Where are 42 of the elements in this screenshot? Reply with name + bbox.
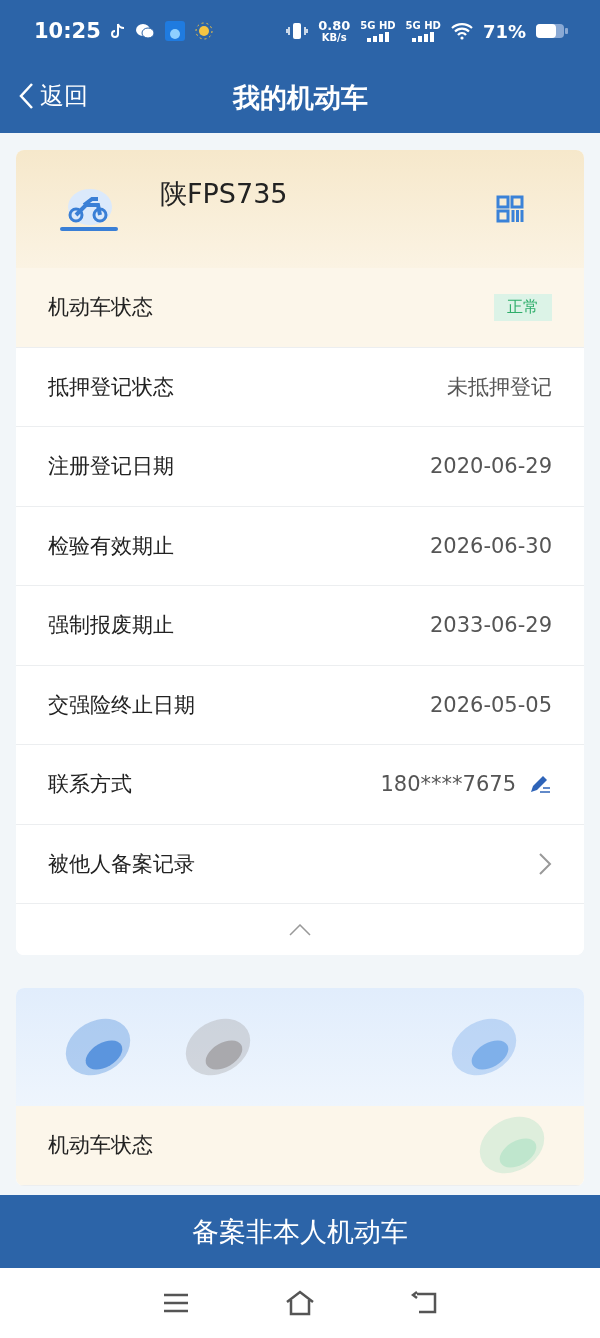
signal-icon	[412, 31, 435, 42]
register-vehicle-button[interactable]: 备案非本人机动车	[0, 1195, 600, 1268]
music-note-icon	[110, 23, 125, 39]
status-time: 10:25	[34, 19, 101, 43]
chevron-up-icon	[289, 923, 311, 936]
vibrate-icon	[286, 22, 309, 40]
field-label: 被他人备案记录	[48, 850, 195, 878]
field-label: 交强险终止日期	[48, 691, 195, 719]
field-label: 机动车状态	[48, 1132, 153, 1160]
field-value: 2026-06-30	[429, 533, 552, 558]
app-icon	[164, 21, 185, 41]
field-value: 2033-06-29	[429, 613, 552, 638]
field-value: 未抵押登记	[447, 373, 552, 401]
page-title: 我的机动车	[232, 80, 368, 115]
status-badge: 正常	[494, 293, 552, 321]
net-speed-unit: KB/s	[321, 33, 347, 43]
field-label: 机动车状态	[48, 294, 153, 322]
battery-icon	[536, 23, 568, 39]
field-label: 抵押登记状态	[48, 373, 174, 401]
qr-code-icon[interactable]	[496, 195, 524, 223]
field-value: 2026-05-05	[429, 692, 552, 717]
field-label: 检验有效期止	[48, 532, 174, 560]
field-value: 180****7675	[380, 772, 516, 797]
wifi-icon	[450, 22, 473, 40]
field-label: 注册登记日期	[48, 453, 174, 481]
network-type: 5G HD	[405, 20, 441, 31]
sun-icon	[194, 22, 213, 40]
field-label: 联系方式	[48, 771, 132, 799]
battery-percent: 71%	[482, 20, 526, 42]
back-icon[interactable]	[411, 1291, 437, 1315]
signal-icon	[366, 31, 389, 42]
chevron-right-icon[interactable]	[538, 851, 552, 876]
field-value: 2020-06-29	[429, 454, 552, 479]
chat-icon	[134, 23, 155, 39]
field-label: 强制报废期止	[48, 612, 174, 640]
back-button[interactable]: 返回	[18, 80, 88, 112]
chevron-left-icon	[18, 82, 34, 110]
menu-icon[interactable]	[163, 1292, 189, 1314]
network-type: 5G HD	[360, 20, 396, 31]
net-speed: 0.80	[318, 19, 351, 32]
plate-number: 陕FPS735	[160, 177, 289, 211]
home-icon[interactable]	[285, 1290, 315, 1316]
